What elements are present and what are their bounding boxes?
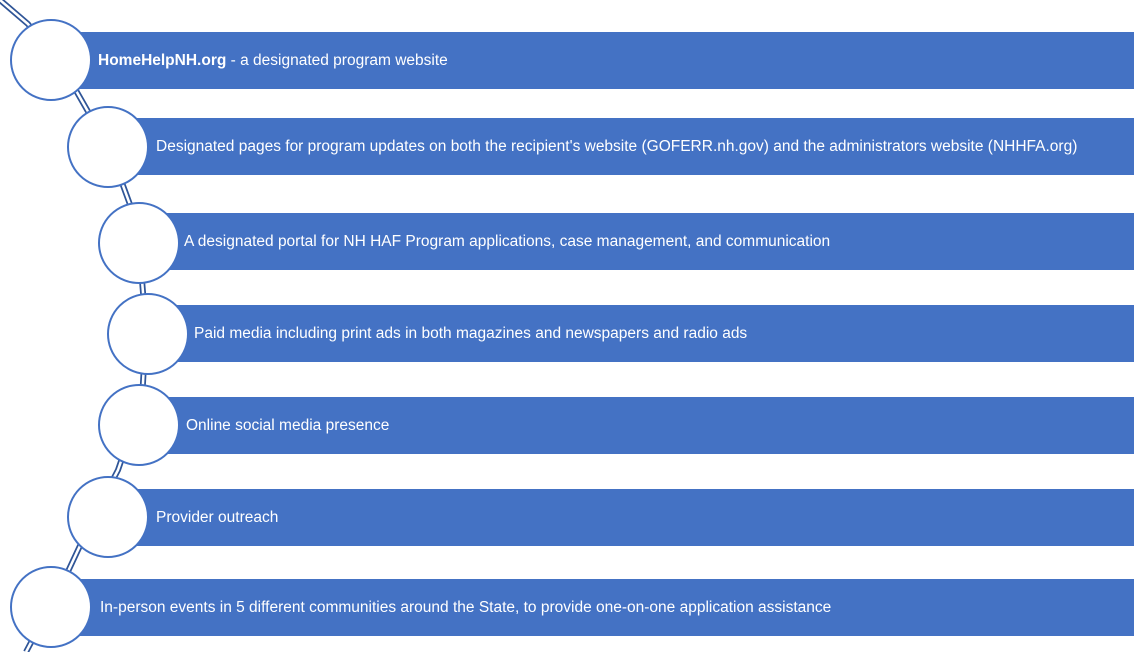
timeline-item-text: A designated portal for NH HAF Program a… [184, 232, 831, 250]
timeline-node-circle [10, 19, 92, 101]
timeline-item-text: Provider outreach [156, 508, 279, 526]
timeline-node-circle [67, 476, 149, 558]
timeline-node-circle [98, 384, 180, 466]
timeline-node-circle [98, 202, 180, 284]
timeline-item-bar: Designated pages for program updates on … [104, 118, 1134, 175]
timeline-item-bar: A designated portal for NH HAF Program a… [134, 213, 1134, 270]
timeline-node-circle [107, 293, 189, 375]
timeline-node-circle [10, 566, 92, 648]
timeline-item-bar: Online social media presence [134, 397, 1134, 454]
timeline-item-text: HomeHelpNH.org - a designated program we… [98, 51, 448, 69]
timeline-node-circle [67, 106, 149, 188]
timeline-item-bar: Paid media including print ads in both m… [144, 305, 1134, 362]
timeline-item-bar: In-person events in 5 different communit… [44, 579, 1134, 636]
timeline-item-text: Online social media presence [186, 416, 390, 434]
timeline-item-text: In-person events in 5 different communit… [100, 598, 832, 616]
timeline-item-text: Designated pages for program updates on … [156, 137, 1078, 155]
vertical-timeline-diagram: HomeHelpNH.org - a designated program we… [0, 0, 1134, 652]
timeline-item-text: Paid media including print ads in both m… [194, 324, 748, 342]
timeline-item-bar: HomeHelpNH.org - a designated program we… [44, 32, 1134, 89]
timeline-item-bar: Provider outreach [104, 489, 1134, 546]
